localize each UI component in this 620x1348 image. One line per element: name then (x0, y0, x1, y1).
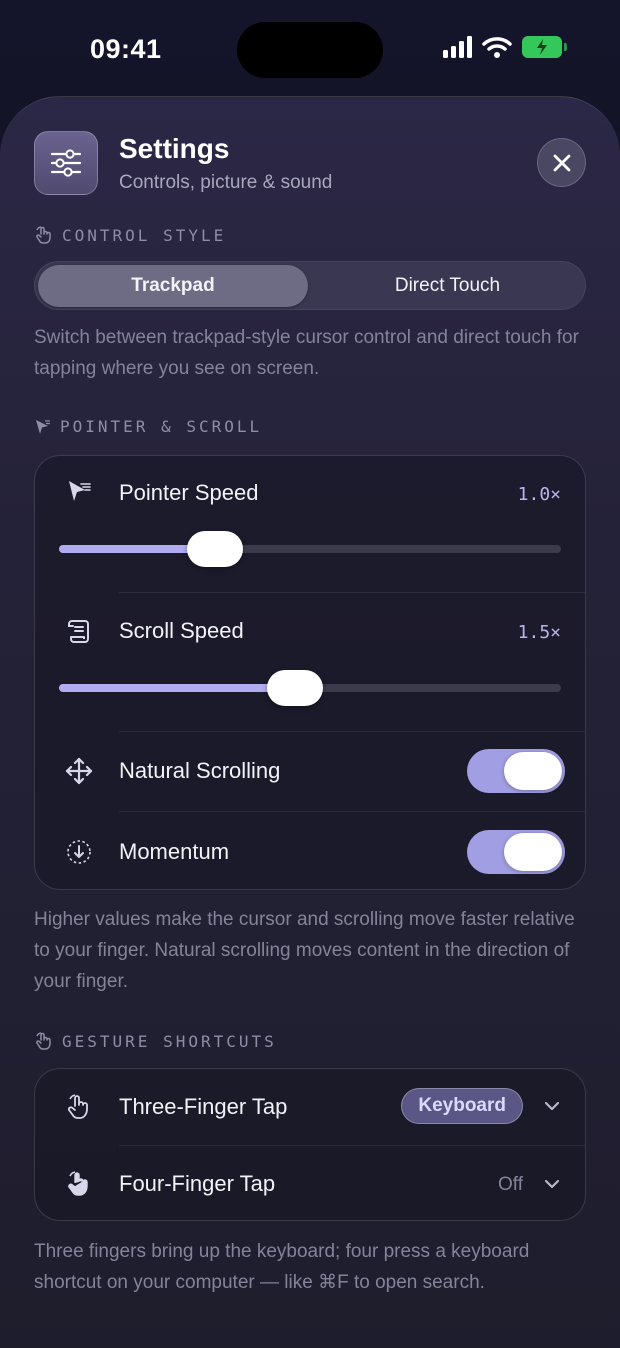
section-label-pointer-scroll: POINTER & SCROLL (34, 417, 262, 436)
chevron-down-icon[interactable] (543, 1175, 561, 1193)
pointer-speed-thumb[interactable] (186, 531, 243, 567)
scroll-speed-slider[interactable] (59, 670, 561, 706)
control-style-help: Switch between trackpad-style cursor con… (34, 327, 579, 379)
battery-charging-icon (522, 36, 567, 58)
pointer-scroll-help: Higher values make the cursor and scroll… (34, 909, 575, 992)
scroll-icon (65, 617, 93, 645)
section-label-text: CONTROL STYLE (62, 225, 227, 245)
natural-scrolling-label: Natural Scrolling (119, 758, 281, 783)
page-subtitle: Controls, picture & sound (119, 172, 333, 193)
divider (119, 1145, 585, 1146)
scroll-speed-fill (59, 684, 295, 692)
scroll-speed-value: 1.5× (517, 622, 561, 643)
three-finger-tap-label: Three-Finger Tap (119, 1094, 288, 1119)
section-label-gesture-shortcuts: GESTURE SHORTCUTS (34, 1031, 277, 1051)
wifi-icon (482, 37, 512, 58)
section-label-control-style: CONTROL STYLE (34, 225, 226, 245)
divider (119, 811, 585, 812)
pointer-speed-icon (65, 478, 93, 506)
scroll-speed-thumb[interactable] (266, 670, 323, 706)
divider (119, 731, 585, 732)
three-finger-tap-value[interactable]: Keyboard (401, 1088, 523, 1124)
dynamic-island (237, 22, 383, 78)
scroll-speed-label: Scroll Speed (119, 618, 244, 643)
momentum-label: Momentum (119, 839, 230, 864)
gesture-shortcuts-help: Three fingers bring up the keyboard; fou… (34, 1241, 530, 1293)
section-label-text: POINTER & SCROLL (60, 417, 263, 436)
chevron-down-icon[interactable] (543, 1097, 561, 1115)
toggle-knob (504, 833, 562, 871)
sliders-icon (34, 131, 98, 195)
cellular-signal-icon (443, 36, 472, 58)
segment-trackpad[interactable]: Trackpad (38, 265, 308, 307)
control-style-segmented: Trackpad Direct Touch (34, 261, 586, 310)
toggle-knob (504, 752, 562, 790)
pointer-speed-slider[interactable] (59, 531, 561, 567)
segment-direct-touch[interactable]: Direct Touch (311, 265, 584, 307)
move-arrows-icon (65, 757, 93, 785)
cursor-icon (36, 419, 50, 434)
screen: 09:41 Settings Controls, picture & sound… (0, 0, 620, 1348)
status-time: 09:41 (90, 34, 162, 64)
four-finger-tap-value[interactable]: Off (498, 1174, 523, 1196)
pointer-speed-value: 1.0× (517, 484, 561, 505)
four-finger-tap-label: Four-Finger Tap (119, 1171, 276, 1196)
hand-point-filled-icon (65, 1170, 93, 1198)
hand-point-outline-icon (65, 1093, 93, 1121)
hand-tap-icon (36, 1032, 51, 1050)
pointer-speed-label: Pointer Speed (119, 480, 259, 505)
status-bar: 09:41 (0, 0, 620, 96)
close-button[interactable] (537, 138, 586, 187)
divider (119, 592, 585, 593)
pointer-scroll-card: Pointer Speed 1.0× Scroll Speed 1.5× Nat… (34, 455, 586, 890)
gesture-shortcuts-card: Three-Finger Tap Keyboard Four-Finger Ta… (34, 1068, 586, 1221)
natural-scrolling-toggle[interactable] (467, 749, 565, 793)
page-title: Settings (119, 133, 230, 164)
momentum-toggle[interactable] (467, 830, 565, 874)
section-label-text: GESTURE SHORTCUTS (62, 1031, 277, 1051)
hand-tap-icon (36, 226, 51, 244)
momentum-icon (65, 838, 93, 866)
close-icon (553, 154, 570, 171)
settings-sheet: Settings Controls, picture & sound CONTR… (0, 96, 620, 1348)
status-icons (443, 36, 567, 58)
